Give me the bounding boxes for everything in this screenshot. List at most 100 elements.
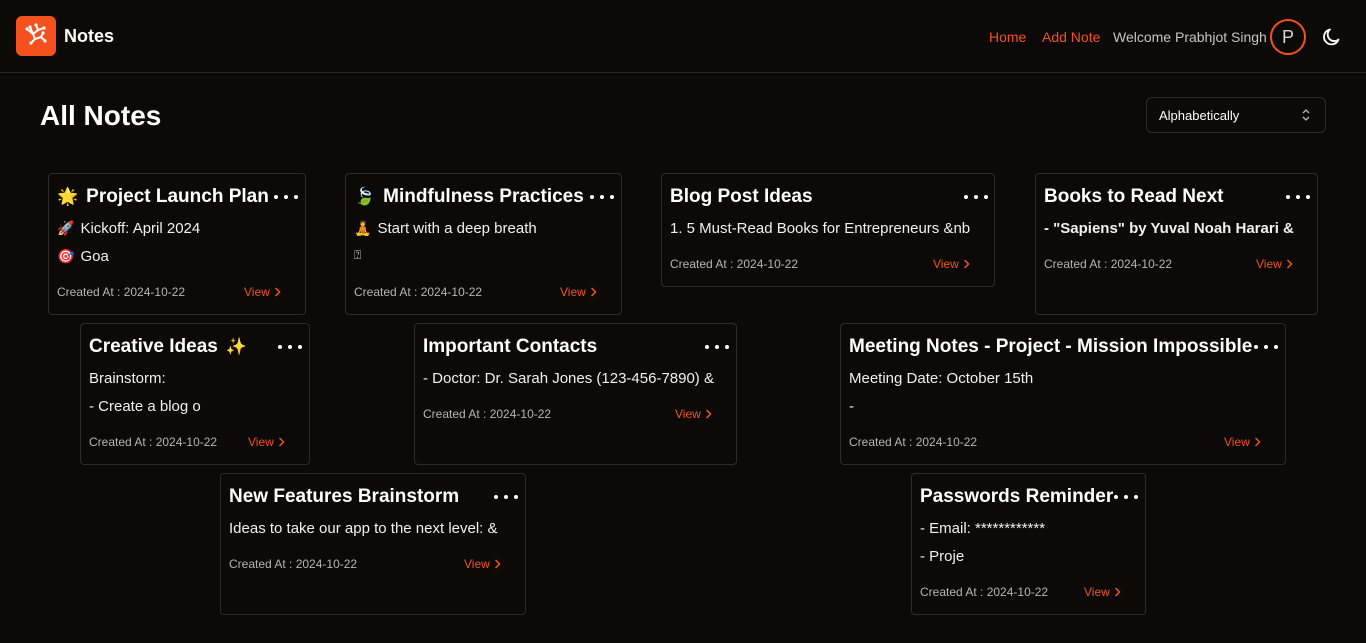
view-link-label: View	[675, 407, 701, 421]
view-link-label: View	[1224, 435, 1250, 449]
leaf-emoji-icon: 🍃	[354, 187, 376, 206]
created-at: Created At : 2024-10-22	[849, 435, 978, 449]
note-line: - Doctor: Dr. Sarah Jones (123-456-7890)…	[423, 370, 729, 387]
more-options-icon[interactable]	[274, 188, 298, 206]
welcome-text: Welcome Prabhjot Singh	[1113, 29, 1267, 45]
note-title: Important Contacts	[423, 336, 597, 358]
more-options-icon[interactable]	[1254, 338, 1278, 356]
note-card[interactable]: New Features Brainstorm Ideas to take ou…	[220, 473, 526, 615]
created-at: Created At : 2024-10-22	[920, 585, 1049, 599]
view-link[interactable]: View	[248, 435, 285, 449]
avatar-initial: P	[1281, 26, 1294, 47]
notes-logo-icon	[16, 16, 56, 56]
target-emoji-icon: 🎯	[57, 248, 75, 264]
created-at: Created At : 2024-10-22	[354, 285, 483, 299]
chevron-right-icon	[278, 437, 285, 447]
sort-select[interactable]: Alphabetically	[1146, 97, 1326, 133]
note-line-text: - Proje	[920, 548, 965, 565]
created-at: Created At : 2024-10-22	[57, 285, 186, 299]
note-title-text: Meeting Notes - Project - Mission Imposs…	[849, 336, 1253, 357]
note-title: Blog Post Ideas	[670, 186, 813, 208]
note-card[interactable]: Passwords Reminder - Email: ************…	[911, 473, 1146, 615]
view-link-label: View	[560, 285, 586, 299]
view-link[interactable]: View	[1084, 585, 1121, 599]
more-options-icon[interactable]	[1286, 188, 1310, 206]
sparkles-emoji-icon: ✨	[225, 337, 248, 356]
view-link[interactable]: View	[464, 557, 501, 571]
page-title: All Notes	[40, 100, 162, 131]
note-card[interactable]: Blog Post Ideas 1. 5 Must-Read Books for…	[661, 173, 995, 287]
note-line-text: Start with a deep breath	[377, 220, 537, 237]
note-line-text: - Create a blog o	[89, 398, 201, 415]
note-title: Books to Read Next	[1044, 186, 1223, 208]
note-card[interactable]: 🌟 Project Launch Plan 🚀 Kickoff: April 2…	[48, 173, 306, 315]
note-title-text: Passwords Reminder	[920, 486, 1114, 507]
note-line: 🚀 Kickoff: April 2024	[57, 220, 297, 237]
note-title-text: New Features Brainstorm	[229, 486, 460, 507]
note-title: New Features Brainstorm	[229, 486, 459, 508]
note-title-text: Project Launch Plan	[86, 186, 269, 207]
avatar[interactable]: P	[1270, 19, 1306, 55]
note-title: 🍃 Mindfulness Practices	[354, 186, 584, 208]
note-line: - Create a blog o	[89, 398, 299, 415]
note-title: Creative Ideas ✨	[89, 336, 247, 358]
note-card[interactable]: Important Contacts - Doctor: Dr. Sarah J…	[414, 323, 737, 465]
more-options-icon[interactable]	[494, 488, 518, 506]
missing-glyph-icon: ⍰	[354, 248, 362, 262]
navbar: Notes Home Add Note Welcome Prabhjot Sin…	[0, 0, 1366, 73]
more-options-icon[interactable]	[705, 338, 729, 356]
meditation-emoji-icon: 🧘	[354, 220, 372, 236]
chevron-right-icon	[963, 259, 970, 269]
nav-add-note-link[interactable]: Add Note	[1042, 29, 1100, 45]
note-card[interactable]: 🍃 Mindfulness Practices 🧘 Start with a d…	[345, 173, 622, 315]
nav-home-link[interactable]: Home	[989, 29, 1026, 45]
note-line-text: - "Sapiens" by Yuval Noah Harari &	[1044, 220, 1294, 237]
chevron-right-icon	[1254, 437, 1261, 447]
note-line-text: Kickoff: April 2024	[80, 220, 201, 237]
created-at: Created At : 2024-10-22	[423, 407, 552, 421]
note-line: 1. 5 Must-Read Books for Entrepreneurs &…	[670, 220, 988, 237]
note-card[interactable]: Books to Read Next - "Sapiens" by Yuval …	[1035, 173, 1318, 315]
note-title: Passwords Reminder	[920, 486, 1113, 508]
brand[interactable]: Notes	[16, 16, 114, 56]
note-line: 🧘 Start with a deep breath	[354, 220, 614, 237]
view-link-label: View	[933, 257, 959, 271]
note-card[interactable]: Creative Ideas ✨ Brainstorm: - Create a …	[80, 323, 310, 465]
view-link[interactable]: View	[933, 257, 970, 271]
view-link-label: View	[1084, 585, 1110, 599]
chevron-right-icon	[1286, 259, 1293, 269]
more-options-icon[interactable]	[964, 188, 988, 206]
note-line-text: 1. 5 Must-Read Books for Entrepreneurs &…	[670, 220, 971, 237]
chevron-right-icon	[590, 287, 597, 297]
sort-select-value: Alphabetically	[1159, 107, 1240, 123]
more-options-icon[interactable]	[1114, 488, 1138, 506]
view-link[interactable]: View	[1224, 435, 1261, 449]
note-line-text: Ideas to take our app to the next level:…	[229, 520, 498, 537]
note-line: -	[849, 398, 1277, 415]
view-link-label: View	[1256, 257, 1282, 271]
note-line: - "Sapiens" by Yuval Noah Harari &	[1044, 220, 1312, 237]
view-link[interactable]: View	[244, 285, 281, 299]
note-line: - Email: ************	[920, 520, 1138, 537]
view-link[interactable]: View	[1256, 257, 1293, 271]
note-line-text: Meeting Date: October 15th	[849, 370, 1034, 387]
note-line-text: Goa	[80, 248, 109, 265]
more-options-icon[interactable]	[278, 338, 302, 356]
chevron-right-icon	[1114, 587, 1121, 597]
note-line: Brainstorm:	[89, 370, 299, 387]
view-link[interactable]: View	[675, 407, 712, 421]
note-title-text: Books to Read Next	[1044, 186, 1224, 207]
note-title-text: Mindfulness Practices	[383, 186, 584, 207]
note-title-text: Blog Post Ideas	[670, 186, 813, 207]
more-options-icon[interactable]	[590, 188, 614, 206]
note-card[interactable]: Meeting Notes - Project - Mission Imposs…	[840, 323, 1286, 465]
star-emoji-icon: 🌟	[57, 187, 79, 206]
chevron-right-icon	[705, 409, 712, 419]
chevron-up-down-icon	[1302, 109, 1310, 121]
view-link[interactable]: View	[560, 285, 597, 299]
rocket-emoji-icon: 🚀	[57, 220, 75, 236]
moon-icon[interactable]	[1321, 26, 1343, 48]
note-title: 🌟 Project Launch Plan	[57, 186, 269, 208]
chevron-right-icon	[274, 287, 281, 297]
note-line: Ideas to take our app to the next level:…	[229, 520, 519, 537]
